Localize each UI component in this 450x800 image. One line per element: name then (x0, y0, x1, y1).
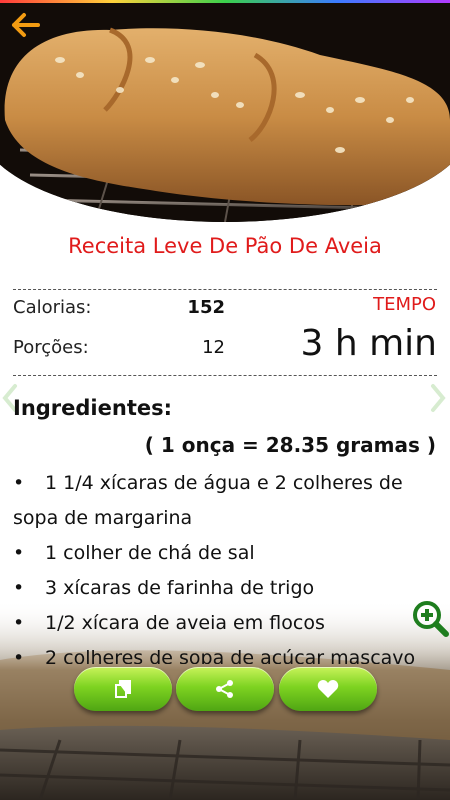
ingredients-list: • 1 1/4 xícaras de água e 2 colheres de s… (13, 466, 423, 664)
list-item: • 1 colher de chá de sal (13, 542, 255, 564)
servings-label: Porções: (13, 337, 89, 358)
unit-conversion-note: ( 1 onça = 28.35 gramas ) (144, 433, 436, 457)
back-button[interactable] (8, 8, 42, 42)
calories-value: 152 (187, 297, 225, 318)
copy-button[interactable] (74, 667, 172, 711)
list-item: • 1/2 xícara de aveia em flocos (13, 612, 325, 634)
share-icon (216, 680, 233, 698)
ingredient-text: 1/2 xícara de aveia em flocos (45, 612, 325, 634)
divider-top (13, 289, 437, 290)
share-button[interactable] (176, 667, 274, 711)
time-value: 3 h min (300, 323, 438, 364)
ingredient-text: 1 colher de chá de sal (45, 542, 255, 564)
top-color-strip (0, 0, 450, 3)
chevron-right-icon (431, 384, 446, 412)
ingredient-text: 3 xícaras de farinha de trigo (45, 577, 315, 599)
list-item: • 2 colheres de sopa de açúcar mascavo (13, 641, 423, 664)
ingredients-heading: Ingredientes: (13, 396, 172, 420)
calories-label: Calorias: (13, 297, 92, 318)
arrow-left-icon (12, 13, 40, 37)
recipe-title: Receita Leve De Pão De Aveia (68, 234, 382, 258)
ingredient-text: 2 colheres de sopa de açúcar mascavo (45, 647, 416, 664)
zoom-in-icon (413, 601, 449, 637)
time-label: TEMPO (373, 294, 436, 315)
ingredient-text: 1 1/4 xícaras de água e 2 colheres de so… (13, 472, 403, 529)
servings-value: 12 (202, 337, 225, 358)
heart-icon (317, 680, 339, 698)
divider-bottom (13, 375, 437, 376)
favorite-button[interactable] (279, 667, 377, 711)
zoom-in-button[interactable] (410, 598, 450, 638)
list-item: • 1 1/4 xícaras de água e 2 colheres de s… (13, 472, 403, 529)
list-item: • 3 xícaras de farinha de trigo (13, 577, 315, 599)
next-recipe-button[interactable] (428, 380, 448, 416)
copy-icon (115, 680, 131, 698)
